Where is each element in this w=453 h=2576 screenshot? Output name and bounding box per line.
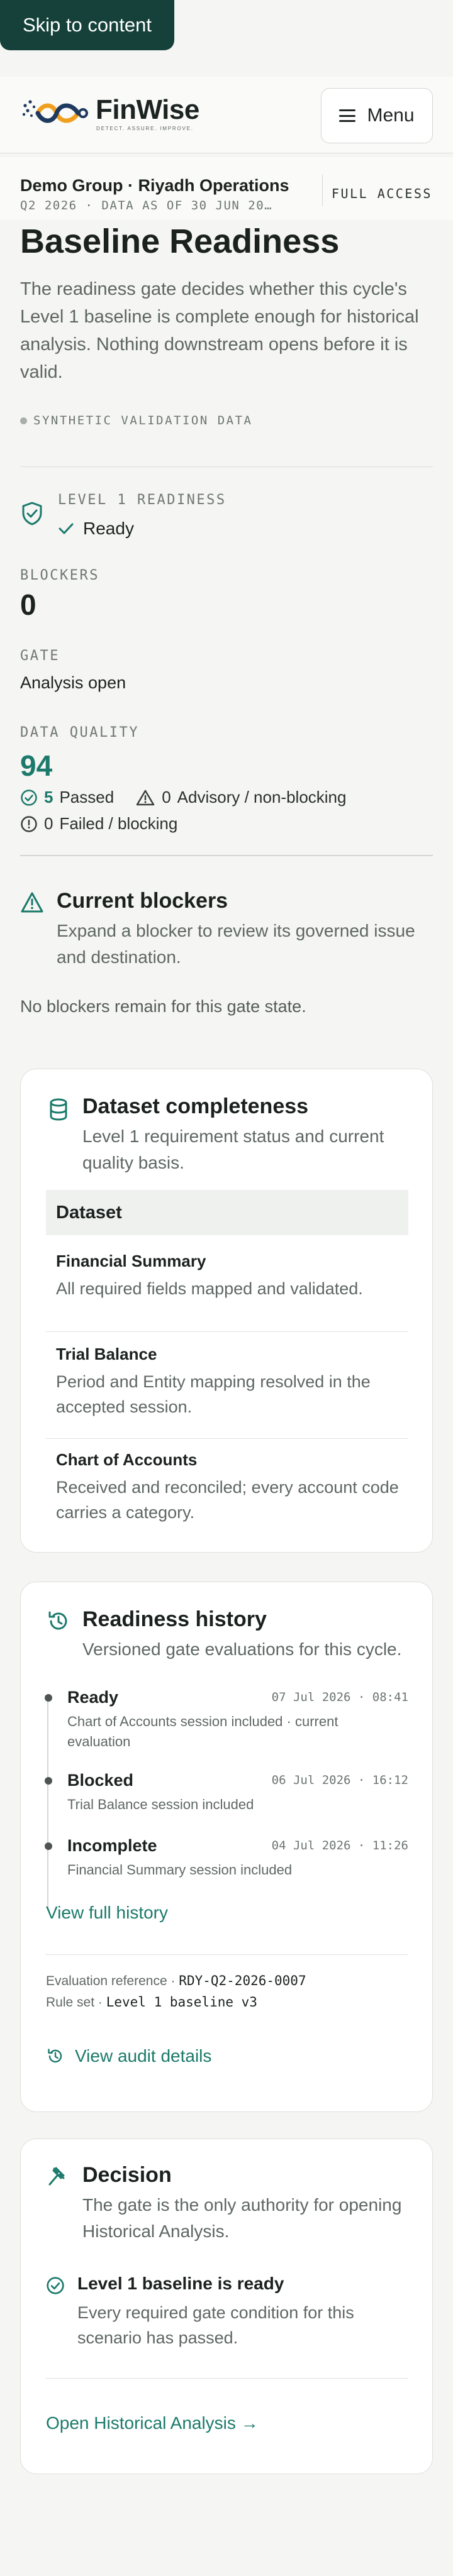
logo-mark-icon — [22, 100, 88, 123]
menu-button[interactable]: Menu — [321, 88, 433, 143]
failed-count: 0 — [44, 814, 53, 833]
context-divider — [322, 175, 323, 206]
history-event: Ready 07 Jul 2026 · 08:41 Chart of Accou… — [45, 1688, 408, 1749]
gate-label: GATE — [20, 648, 60, 664]
brand-tagline: DETECT. ASSURE. IMPROVE. — [96, 126, 194, 131]
alert-circle-icon — [21, 815, 37, 832]
dataset-status: Period and Entity mapping resolved in th… — [56, 1372, 371, 1416]
hamburger-icon — [339, 109, 356, 122]
decision-outcome-title: Level 1 baseline is ready — [77, 2274, 284, 2293]
readiness-history-description: Versioned gate evaluations for this cycl… — [82, 1639, 402, 1659]
failed-label: Failed / blocking — [59, 814, 178, 833]
quality-failed-row: 0 Failed / blocking — [20, 814, 177, 834]
status-dot-icon — [20, 417, 27, 424]
no-blockers-message: No blockers remain for this gate state. — [20, 997, 306, 1016]
brand-name: FinWise — [96, 94, 199, 125]
database-icon — [50, 1098, 67, 1121]
history-event: Incomplete 04 Jul 2026 · 11:26 Financial… — [45, 1836, 408, 1880]
organisation-name: Demo Group · Riyadh Operations — [20, 176, 289, 195]
page-title: Baseline Readiness — [20, 223, 340, 260]
current-blockers-title: Current blockers — [57, 889, 228, 913]
synthetic-data-label: SYNTHETIC VALIDATION DATA — [33, 414, 253, 427]
gate-value: Analysis open — [20, 673, 126, 692]
decision-title: Decision — [82, 2163, 172, 2187]
data-quality-score: 94 — [20, 749, 53, 782]
history-icon — [48, 1611, 67, 1630]
site-header: FinWise DETECT. ASSURE. IMPROVE. Menu — [0, 77, 453, 153]
dataset-name: Trial Balance — [56, 1345, 157, 1363]
data-quality-label: DATA QUALITY — [20, 725, 139, 740]
event-time: 07 Jul 2026 · 08:41 — [271, 1690, 408, 1704]
dataset-row[interactable]: Chart of Accounts Received and reconcile… — [46, 1450, 408, 1532]
view-audit-details-link[interactable]: View audit details — [46, 2046, 211, 2066]
decision-description: The gate is the only authority for openi… — [82, 2195, 402, 2241]
dataset-completeness-title: Dataset completeness — [82, 1094, 309, 1118]
view-full-history-link[interactable]: View full history — [46, 1903, 168, 1923]
dataset-row[interactable]: Trial Balance Period and Entity mapping … — [46, 1345, 408, 1439]
event-note: Financial Summary session included — [67, 1862, 293, 1878]
timeline-dot — [45, 1777, 52, 1785]
synthetic-data-badge: SYNTHETIC VALIDATION DATA — [20, 414, 252, 427]
check-circle-icon — [47, 2277, 64, 2294]
timeline-dot — [45, 1842, 52, 1850]
history-icon — [48, 2049, 62, 2063]
context-bar: Demo Group · Riyadh Operations Q2 2026 ·… — [0, 157, 453, 220]
view-audit-details-label: View audit details — [75, 2046, 212, 2066]
readiness-status-panel: LEVEL 1 READINESS Ready BLOCKERS 0 GATE … — [20, 466, 433, 856]
access-level-badge: FULL ACCESS — [332, 186, 432, 201]
dataset-completeness-card: Dataset completeness Level 1 requirement… — [20, 1069, 433, 1553]
warning-triangle-icon — [136, 790, 155, 805]
finwise-logo[interactable]: FinWise DETECT. ASSURE. IMPROVE. — [20, 94, 209, 133]
menu-label: Menu — [367, 105, 415, 126]
check-icon — [59, 523, 74, 534]
dataset-completeness-description: Level 1 requirement status and current q… — [82, 1126, 384, 1172]
gavel-icon — [48, 2167, 65, 2186]
evaluation-reference-label: Evaluation reference · — [46, 1974, 176, 1988]
dataset-row[interactable]: Financial Summary All required fields ma… — [46, 1252, 408, 1332]
blockers-count: 0 — [20, 588, 36, 621]
current-blockers-description: Expand a blocker to review its governed … — [57, 921, 415, 967]
event-time: 04 Jul 2026 · 11:26 — [271, 1839, 408, 1852]
dataset-status: Received and reconciled; every account c… — [56, 1478, 399, 1522]
event-note: Chart of Accounts session included · cur… — [67, 1714, 338, 1749]
event-time: 06 Jul 2026 · 16:12 — [271, 1773, 408, 1787]
event-state: Incomplete — [67, 1836, 157, 1855]
readiness-history-card: Readiness history Versioned gate evaluat… — [20, 1582, 433, 2112]
reporting-period: Q2 2026 · DATA AS OF 30 JUN 20… — [20, 199, 273, 212]
warning-triangle-icon — [21, 892, 43, 913]
decision-outcome-description: Every required gate condition for this s… — [77, 2303, 354, 2347]
decision-card: Decision The gate is the only authority … — [20, 2138, 433, 2474]
divider — [46, 2378, 408, 2379]
readiness-history-title: Readiness history — [82, 1607, 267, 1631]
history-event: Blocked 06 Jul 2026 · 16:12 Trial Balanc… — [45, 1771, 408, 1815]
blockers-label: BLOCKERS — [20, 568, 99, 583]
check-circle-icon — [21, 789, 37, 806]
advisory-count: 0 — [162, 788, 171, 806]
dataset-column-header: Dataset — [46, 1190, 408, 1235]
dataset-name: Chart of Accounts — [56, 1450, 198, 1469]
evaluation-reference-value: RDY-Q2-2026-0007 — [179, 1973, 306, 1988]
open-historical-analysis-link[interactable]: Open Historical Analysis → — [46, 2413, 259, 2433]
skip-to-content-link[interactable]: Skip to content — [0, 0, 174, 50]
rule-set-label: Rule set · — [46, 1995, 103, 2010]
timeline-dot — [45, 1694, 52, 1702]
shield-check-icon — [22, 502, 42, 526]
event-note: Trial Balance session included — [67, 1797, 254, 1812]
event-state: Ready — [67, 1688, 119, 1707]
quality-breakdown: 5 Passed 0 Advisory / non-blocking — [20, 788, 346, 807]
rule-set-value: Level 1 baseline v3 — [106, 1995, 257, 2010]
event-state: Blocked — [67, 1771, 134, 1790]
readiness-label: LEVEL 1 READINESS — [58, 492, 226, 508]
dataset-name: Financial Summary — [56, 1252, 206, 1270]
divider — [46, 1954, 408, 1955]
rule-set: Rule set · Level 1 baseline v3 — [46, 1995, 257, 2010]
readiness-value-text: Ready — [83, 519, 134, 538]
passed-count: 5 — [44, 788, 53, 806]
page-description: The readiness gate decides whether this … — [20, 279, 419, 382]
advisory-label: Advisory / non-blocking — [177, 788, 347, 806]
dataset-status: All required fields mapped and validated… — [56, 1279, 363, 1298]
readiness-value: Ready — [58, 519, 134, 539]
passed-label: Passed — [59, 788, 115, 806]
evaluation-reference: Evaluation reference · RDY-Q2-2026-0007 — [46, 1973, 306, 1989]
